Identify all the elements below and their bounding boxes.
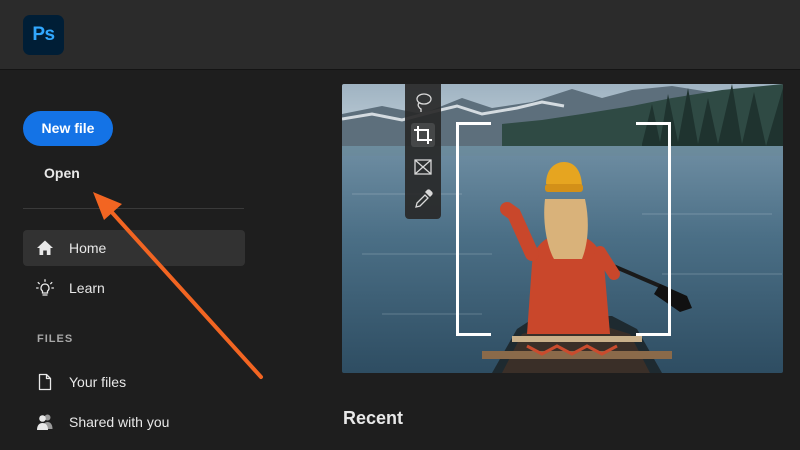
people-icon — [37, 414, 53, 430]
sidebar-item-your-files[interactable]: Your files — [23, 364, 245, 400]
sidebar-item-learn[interactable]: Learn — [23, 270, 245, 306]
crop-icon — [414, 126, 432, 144]
top-bar: Ps — [0, 0, 800, 70]
home-icon — [37, 240, 53, 255]
sidebar-item-label: Learn — [69, 280, 105, 296]
sidebar-item-label: Home — [69, 240, 107, 256]
new-file-button[interactable]: New file — [23, 111, 113, 146]
sidebar-item-home[interactable]: Home — [23, 230, 245, 266]
eyedropper-tool[interactable] — [411, 187, 435, 211]
sidebar-item-label: Your files — [69, 374, 127, 390]
sidebar-divider — [23, 208, 244, 209]
eyedropper-icon — [415, 189, 433, 208]
open-button[interactable]: Open — [44, 165, 80, 181]
lightbulb-icon — [36, 279, 54, 296]
files-section-header: FILES — [37, 333, 74, 345]
frame-tool[interactable] — [411, 155, 435, 179]
lasso-icon — [416, 93, 432, 112]
tool-panel — [405, 84, 441, 219]
recent-heading: Recent — [343, 408, 404, 428]
photoshop-logo[interactable]: Ps — [23, 15, 64, 55]
document-icon — [38, 373, 52, 391]
lasso-tool[interactable] — [411, 90, 435, 114]
crop-tool[interactable] — [411, 123, 435, 147]
sidebar-item-shared[interactable]: Shared with you — [23, 404, 245, 440]
sidebar-item-label: Shared with you — [69, 414, 170, 430]
frame-icon — [414, 159, 432, 175]
